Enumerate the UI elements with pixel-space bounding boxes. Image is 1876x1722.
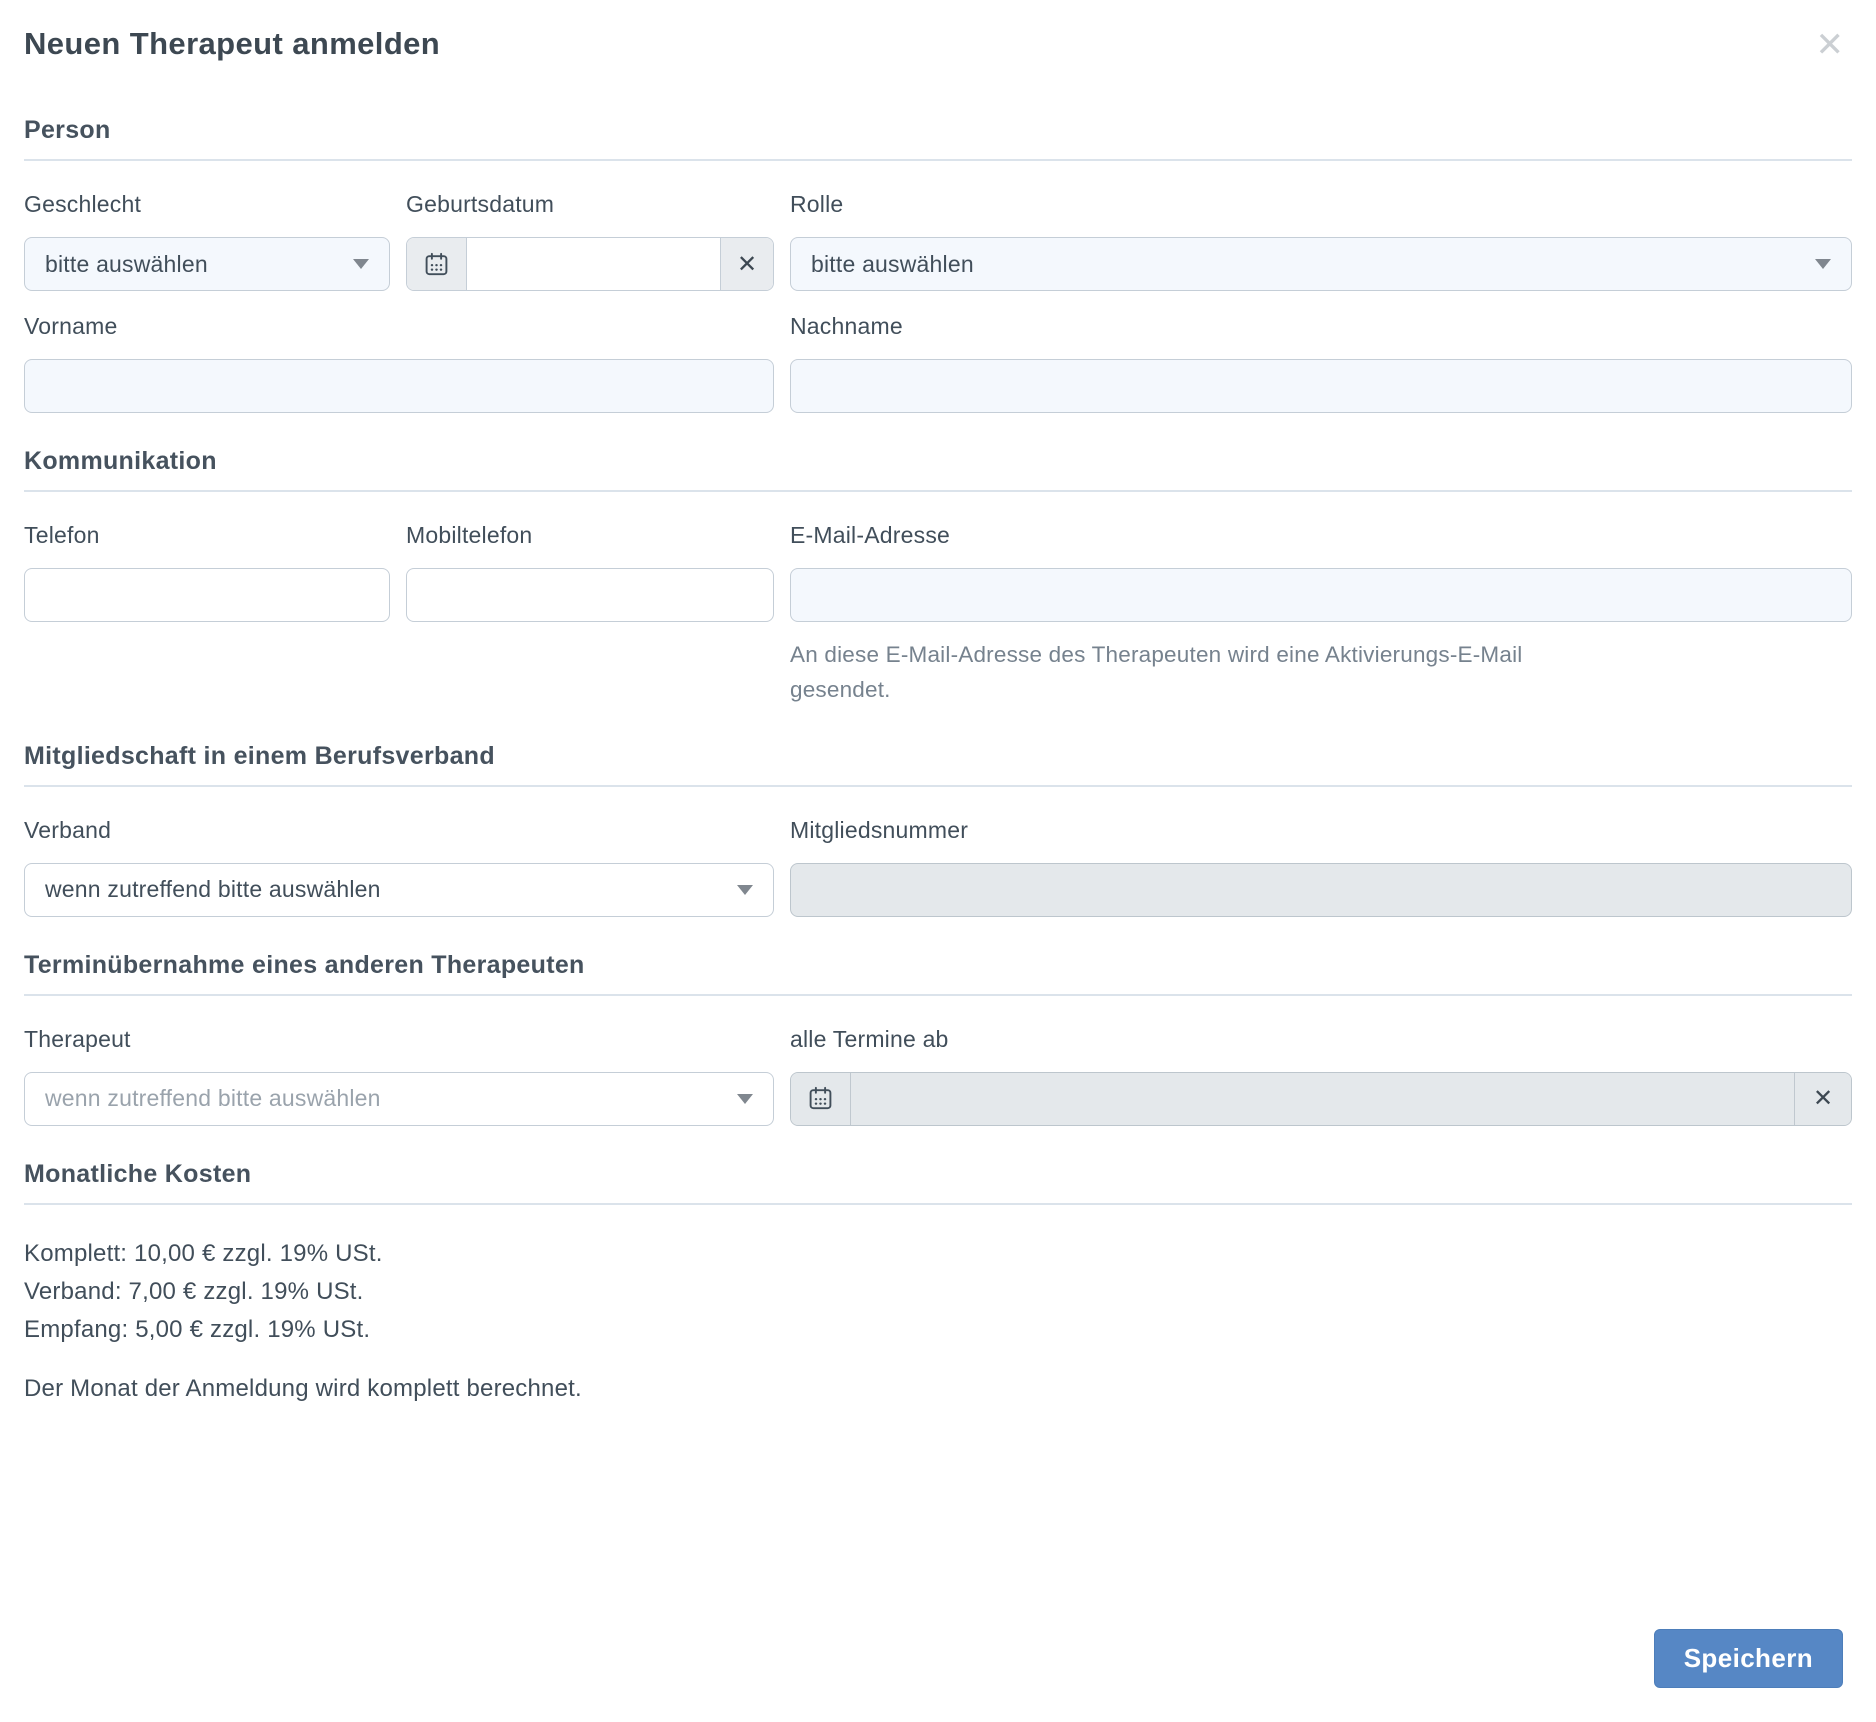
mobiltelefon-label: Mobiltelefon bbox=[406, 522, 774, 549]
terminuebernahme-row: Therapeut wenn zutreffend bitte auswähle… bbox=[24, 1026, 1852, 1126]
email-input[interactable] bbox=[790, 568, 1852, 622]
new-therapist-dialog: Neuen Therapeut anmelden ✕ Person Geschl… bbox=[0, 0, 1876, 1722]
save-button[interactable]: Speichern bbox=[1654, 1629, 1843, 1688]
field-therapeut: Therapeut wenn zutreffend bitte auswähle… bbox=[24, 1026, 774, 1126]
field-telefon: Telefon bbox=[24, 522, 390, 622]
geschlecht-value: bitte auswählen bbox=[45, 251, 208, 278]
clear-icon: ✕ bbox=[737, 250, 757, 279]
kosten-line-komplett: Komplett: 10,00 € zzgl. 19% USt. bbox=[24, 1235, 1852, 1273]
section-heading-kommunikation: Kommunikation bbox=[24, 447, 1852, 492]
mitgliedsnummer-label: Mitgliedsnummer bbox=[790, 817, 1852, 844]
field-email: E-Mail-Adresse An diese E-Mail-Adresse d… bbox=[790, 522, 1852, 708]
telefon-label: Telefon bbox=[24, 522, 390, 549]
section-heading-person: Person bbox=[24, 116, 1852, 161]
chevron-down-icon bbox=[737, 1094, 753, 1104]
clear-icon: ✕ bbox=[1813, 1084, 1833, 1113]
nachname-label: Nachname bbox=[790, 313, 1852, 340]
geburtsdatum-field: ✕ bbox=[406, 237, 774, 291]
dialog-footer: Speichern bbox=[24, 1629, 1852, 1688]
calendar-icon bbox=[807, 1085, 834, 1112]
nachname-input[interactable] bbox=[790, 359, 1852, 413]
rolle-value: bitte auswählen bbox=[811, 251, 974, 278]
kosten-note: Der Monat der Anmeldung wird komplett be… bbox=[24, 1375, 1852, 1403]
close-icon: ✕ bbox=[1816, 26, 1845, 64]
person-row-2: Vorname Nachname bbox=[24, 313, 1852, 413]
verband-select[interactable]: wenn zutreffend bitte auswählen bbox=[24, 863, 774, 917]
field-mobiltelefon: Mobiltelefon bbox=[406, 522, 774, 622]
verband-label: Verband bbox=[24, 817, 774, 844]
section-heading-mitgliedschaft: Mitgliedschaft in einem Berufsverband bbox=[24, 742, 1852, 787]
mitgliedschaft-row: Verband wenn zutreffend bitte auswählen … bbox=[24, 817, 1852, 917]
dialog-header: Neuen Therapeut anmelden ✕ bbox=[24, 26, 1852, 62]
section-kommunikation: Kommunikation Telefon Mobiltelefon E-Mai… bbox=[24, 447, 1852, 708]
calendar-icon bbox=[423, 251, 450, 278]
field-geschlecht: Geschlecht bitte auswählen bbox=[24, 191, 390, 291]
field-rolle: Rolle bitte auswählen bbox=[790, 191, 1852, 291]
section-kosten: Monatliche Kosten Komplett: 10,00 € zzgl… bbox=[24, 1160, 1852, 1403]
geschlecht-select[interactable]: bitte auswählen bbox=[24, 237, 390, 291]
field-geburtsdatum: Geburtsdatum ✕ bbox=[406, 191, 774, 291]
kommunikation-row: Telefon Mobiltelefon E-Mail-Adresse An d… bbox=[24, 522, 1852, 708]
chevron-down-icon bbox=[353, 259, 369, 269]
chevron-down-icon bbox=[1815, 259, 1831, 269]
kosten-lines: Komplett: 10,00 € zzgl. 19% USt. Verband… bbox=[24, 1235, 1852, 1349]
section-heading-kosten: Monatliche Kosten bbox=[24, 1160, 1852, 1205]
termine-ab-field: ✕ bbox=[790, 1072, 1852, 1126]
geburtsdatum-clear-button[interactable]: ✕ bbox=[720, 238, 773, 290]
kosten-line-empfang: Empfang: 5,00 € zzgl. 19% USt. bbox=[24, 1311, 1852, 1349]
field-vorname: Vorname bbox=[24, 313, 774, 413]
rolle-select[interactable]: bitte auswählen bbox=[790, 237, 1852, 291]
therapeut-select[interactable]: wenn zutreffend bitte auswählen bbox=[24, 1072, 774, 1126]
section-mitgliedschaft: Mitgliedschaft in einem Berufsverband Ve… bbox=[24, 742, 1852, 917]
page-title: Neuen Therapeut anmelden bbox=[24, 26, 440, 62]
person-row-1: Geschlecht bitte auswählen Geburtsdatum bbox=[24, 191, 1852, 291]
email-label: E-Mail-Adresse bbox=[790, 522, 1852, 549]
geburtsdatum-input[interactable] bbox=[467, 238, 720, 290]
chevron-down-icon bbox=[737, 885, 753, 895]
email-helper-text: An diese E-Mail-Adresse des Therapeuten … bbox=[790, 638, 1535, 708]
kosten-line-verband: Verband: 7,00 € zzgl. 19% USt. bbox=[24, 1273, 1852, 1311]
geschlecht-label: Geschlecht bbox=[24, 191, 390, 218]
vorname-input[interactable] bbox=[24, 359, 774, 413]
therapeut-label: Therapeut bbox=[24, 1026, 774, 1053]
termine-ab-label: alle Termine ab bbox=[790, 1026, 1852, 1053]
field-verband: Verband wenn zutreffend bitte auswählen bbox=[24, 817, 774, 917]
termine-ab-clear-button[interactable]: ✕ bbox=[1794, 1073, 1851, 1125]
termine-ab-input bbox=[851, 1073, 1794, 1125]
termine-ab-calendar-button[interactable] bbox=[791, 1073, 851, 1125]
field-nachname: Nachname bbox=[790, 313, 1852, 413]
vorname-label: Vorname bbox=[24, 313, 774, 340]
verband-value: wenn zutreffend bitte auswählen bbox=[45, 876, 381, 903]
section-person: Person Geschlecht bitte auswählen Geburt… bbox=[24, 116, 1852, 413]
mobiltelefon-input[interactable] bbox=[406, 568, 774, 622]
telefon-input[interactable] bbox=[24, 568, 390, 622]
geburtsdatum-calendar-button[interactable] bbox=[407, 238, 467, 290]
rolle-label: Rolle bbox=[790, 191, 1852, 218]
geburtsdatum-label: Geburtsdatum bbox=[406, 191, 774, 218]
field-mitgliedsnummer: Mitgliedsnummer bbox=[790, 817, 1852, 917]
mitgliedsnummer-input bbox=[790, 863, 1852, 917]
field-termine-ab: alle Termine ab ✕ bbox=[790, 1026, 1852, 1126]
section-heading-terminuebernahme: Terminübernahme eines anderen Therapeute… bbox=[24, 951, 1852, 996]
close-button[interactable]: ✕ bbox=[1816, 28, 1845, 62]
section-terminuebernahme: Terminübernahme eines anderen Therapeute… bbox=[24, 951, 1852, 1126]
therapeut-placeholder: wenn zutreffend bitte auswählen bbox=[45, 1085, 381, 1112]
